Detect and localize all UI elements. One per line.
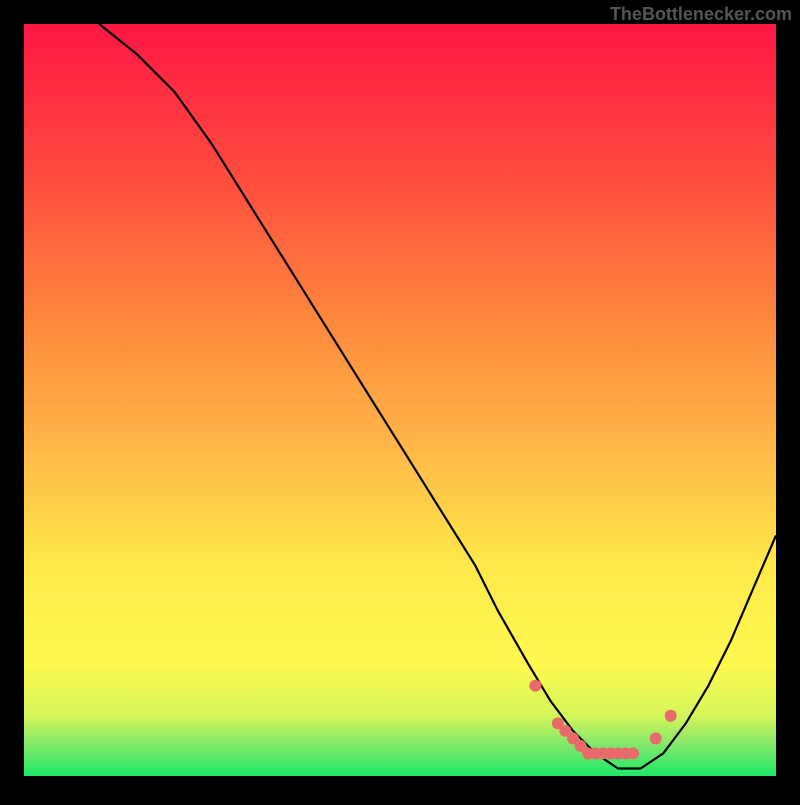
marker-dot xyxy=(665,710,677,722)
watermark: TheBottlenecker.com xyxy=(610,4,792,25)
bottleneck-chart xyxy=(0,0,800,800)
plot-area xyxy=(24,24,776,776)
chart-container xyxy=(0,0,800,800)
marker-dot xyxy=(650,732,662,744)
marker-dot xyxy=(627,747,639,759)
marker-dot xyxy=(529,680,541,692)
